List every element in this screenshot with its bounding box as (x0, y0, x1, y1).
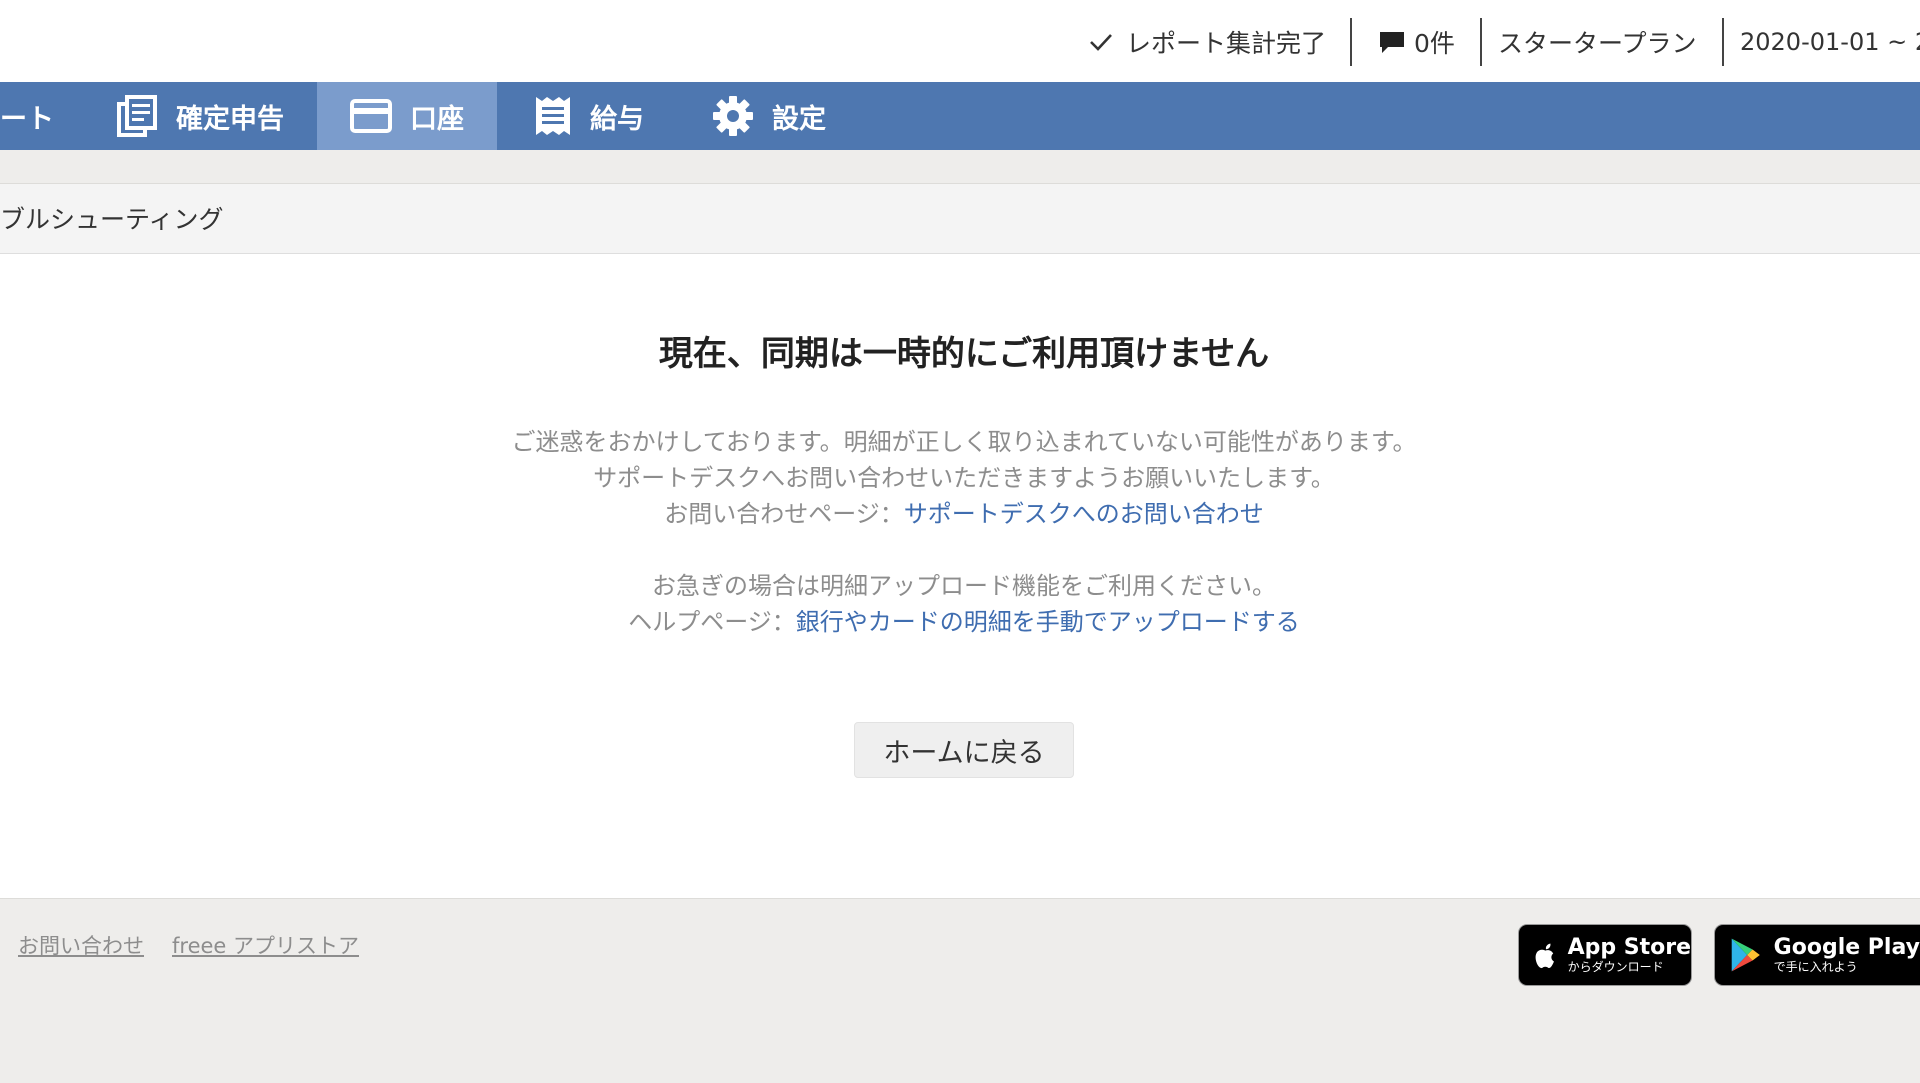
divider (1480, 18, 1482, 66)
nav-item-label: 給与 (590, 103, 644, 135)
nav-item-tax-return[interactable]: 確定申告 (116, 82, 284, 150)
apple-icon (1535, 943, 1554, 969)
contact-prefix: お問い合わせページ： (664, 500, 904, 528)
app-store-badge[interactable]: App Store からダウンロード (1518, 924, 1692, 986)
contact-line: お問い合わせページ：サポートデスクへのお問い合わせ (0, 496, 1920, 532)
divider (1722, 18, 1724, 66)
nav-item-label: 確定申告 (176, 103, 284, 135)
chat-bubble-icon (1380, 32, 1404, 53)
breadcrumb: ブルシューティング (0, 205, 224, 234)
notifications[interactable]: 0件 (1378, 18, 1455, 66)
nav-item-label: ート (0, 103, 54, 135)
help-line: ヘルプページ：銀行やカードの明細を手動でアップロードする (0, 604, 1920, 640)
google-play-icon (1731, 938, 1760, 972)
plan-label[interactable]: スタータープラン (1498, 18, 1697, 66)
support-desk-link[interactable]: サポートデスクへのお問い合わせ (904, 500, 1264, 528)
gear-icon (713, 96, 753, 136)
receipt-icon (536, 97, 570, 135)
nav-item-label: 口座 (410, 103, 464, 135)
badge-subtitle: からダウンロード (1567, 960, 1664, 974)
main-nav: ート 確定申告 口座 給与 設定 (0, 82, 1920, 150)
nav-item-accounts[interactable]: 口座 (317, 82, 497, 150)
document-stack-icon (117, 95, 157, 137)
check-icon (1090, 34, 1112, 51)
nav-item-payroll[interactable]: 給与 (534, 82, 644, 150)
manual-upload-help-link[interactable]: 銀行やカードの明細を手動でアップロードする (796, 608, 1300, 636)
message-line: お急ぎの場合は明細アップロード機能をご利用ください。 (652, 572, 1276, 600)
nav-item-settings[interactable]: 設定 (712, 82, 826, 150)
badge-subtitle: で手に入れよう (1773, 960, 1858, 974)
period-text: 2020-01-01 ~ 2 (1740, 28, 1920, 56)
badge-title: App Store (1567, 935, 1691, 960)
breadcrumb-bar (0, 184, 1920, 254)
top-status-bar: レポート集計完了 0件 スタータープラン 2020-01-01 ~ 2 (0, 0, 1920, 82)
page-title: 現在、同期は一時的にご利用頂けません (658, 334, 1270, 374)
footer-app-store-link[interactable]: freee アプリストア (172, 930, 359, 960)
help-prefix: ヘルプページ： (628, 608, 796, 636)
divider (1350, 18, 1352, 66)
message-line: ご迷惑をおかけしております。明細が正しく取り込まれていない可能性があります。 (511, 428, 1417, 456)
google-play-badge[interactable]: Google Play で手に入れよう (1714, 924, 1920, 986)
message-line: サポートデスクへお問い合わせいただきますようお願いいたします。 (593, 464, 1335, 492)
notification-count: 0件 (1414, 29, 1455, 58)
nav-item-report[interactable]: ート (0, 82, 54, 150)
report-status-label: レポート集計完了 (1126, 29, 1327, 58)
plan-text: スタータープラン (1498, 29, 1697, 58)
sub-band (0, 150, 1920, 184)
badge-title: Google Play (1773, 935, 1920, 960)
nav-item-label: 設定 (772, 103, 826, 135)
report-status[interactable]: レポート集計完了 (1088, 18, 1326, 66)
card-icon (350, 99, 392, 133)
home-button[interactable]: ホームに戻る (854, 722, 1074, 778)
footer-contact-link[interactable]: お問い合わせ (18, 930, 144, 960)
period-selector[interactable]: 2020-01-01 ~ 2 (1740, 18, 1920, 66)
